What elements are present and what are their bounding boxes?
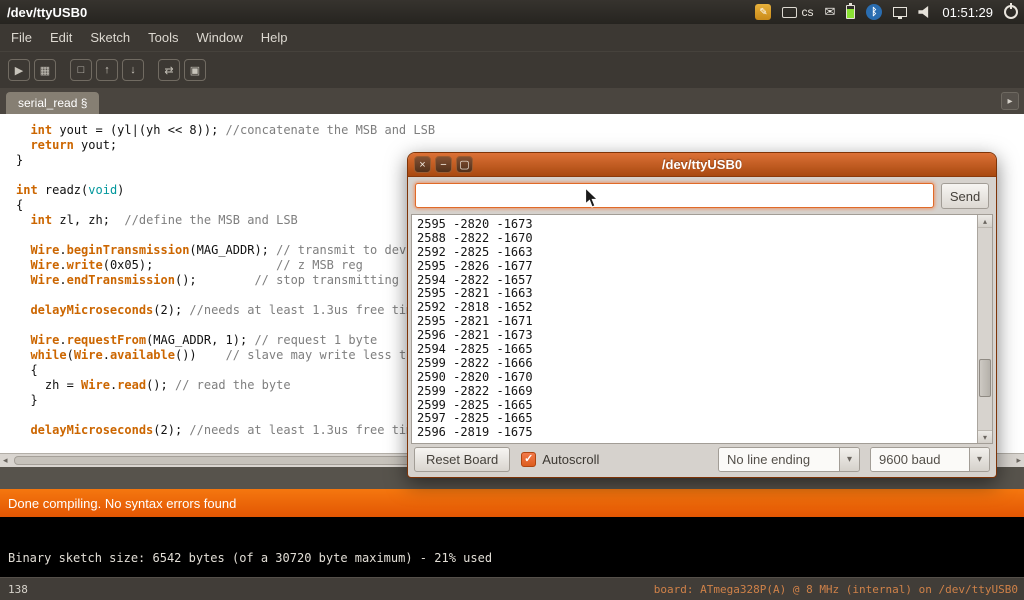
mail-icon[interactable]: ✉ [824, 4, 835, 20]
network-icon[interactable] [893, 7, 907, 17]
bluetooth-icon[interactable]: ᛒ [866, 4, 882, 20]
pencil-icon: ✎ [759, 7, 767, 18]
scroll-down-icon[interactable]: ▾ [978, 430, 992, 443]
compile-status-bar: Done compiling. No syntax errors found [0, 489, 1024, 517]
serial-line: 2596 -2819 -1675 [417, 426, 992, 440]
serial-line: 2595 -2826 -1677 [417, 260, 992, 274]
new-sketch-button[interactable]: □ [70, 59, 92, 81]
check-icon: ✓ [524, 453, 533, 465]
serial-line: 2595 -2821 -1663 [417, 287, 992, 301]
chevron-down-icon[interactable]: ▾ [839, 448, 859, 471]
serial-line: 2596 -2821 -1673 [417, 329, 992, 343]
scroll-right-icon[interactable]: ▸ [1016, 455, 1021, 466]
tab-bar: serial_read § ▸ [0, 88, 1024, 114]
note-indicator-icon[interactable]: ✎ [755, 4, 771, 20]
autoscroll-control[interactable]: ✓ Autoscroll [521, 452, 599, 467]
chevron-down-icon[interactable]: ▾ [969, 448, 989, 471]
menu-item-help[interactable]: Help [252, 26, 297, 49]
toolbar: ▶ ▦ □ ↑ ↓ ⇄ ▣ [0, 51, 1024, 88]
code-line: int yout = (yl|(yh << 8)); //concatenate… [16, 123, 1024, 138]
serial-monitor-button[interactable]: ▣ [184, 59, 206, 81]
board-info: board: ATmega328P(A) @ 8 MHz (internal) … [654, 583, 1018, 596]
tab-menu-button[interactable]: ▸ [1001, 92, 1019, 110]
stop-button[interactable]: ▦ [34, 59, 56, 81]
clock[interactable]: 01:51:29 [942, 5, 993, 20]
tab-serial-read[interactable]: serial_read § [6, 92, 99, 114]
scroll-left-icon[interactable]: ◂ [3, 455, 8, 466]
baud-rate-value: 9600 baud [871, 448, 969, 471]
serial-line: 2595 -2820 -1673 [417, 218, 992, 232]
battery-icon[interactable] [846, 5, 855, 19]
keyboard-icon [782, 7, 797, 18]
serial-line: 2599 -2822 -1666 [417, 357, 992, 371]
top-panel: /dev/ttyUSB0 ✎ cs ✉ ᛒ 01:51:29 [0, 0, 1024, 24]
stop-icon: ▦ [40, 64, 50, 77]
new-file-icon: □ [78, 64, 85, 76]
verify-button[interactable]: ▶ [8, 59, 30, 81]
serial-line: 2588 -2822 -1670 [417, 232, 992, 246]
line-ending-value: No line ending [719, 448, 839, 471]
serial-monitor-title: /dev/ttyUSB0 [408, 157, 996, 172]
serial-monitor-titlebar[interactable]: × − ▢ /dev/ttyUSB0 [408, 153, 996, 177]
menu-item-sketch[interactable]: Sketch [81, 26, 139, 49]
serial-line: 2599 -2822 -1669 [417, 385, 992, 399]
reset-board-button[interactable]: Reset Board [414, 447, 510, 472]
serial-monitor-icon: ▣ [190, 64, 200, 77]
scroll-up-icon[interactable]: ▴ [978, 215, 992, 228]
compile-status-message: Done compiling. No syntax errors found [8, 496, 236, 511]
system-tray: ✎ cs ✉ ᛒ 01:51:29 [755, 4, 1018, 20]
line-ending-dropdown[interactable]: No line ending ▾ [718, 447, 860, 472]
console-text: Binary sketch size: 6542 bytes (of a 307… [8, 551, 492, 565]
baud-rate-dropdown[interactable]: 9600 baud ▾ [870, 447, 990, 472]
menu-item-window[interactable]: Window [187, 26, 251, 49]
serial-monitor-window: × − ▢ /dev/ttyUSB0 Send 2595 -2820 -1673… [407, 152, 997, 478]
mouse-cursor [584, 187, 599, 214]
screen: /dev/ttyUSB0 ✎ cs ✉ ᛒ 01:51:29 File Edit… [0, 0, 1024, 600]
serial-line: 2595 -2821 -1671 [417, 315, 992, 329]
code-line: return yout; [16, 138, 1024, 153]
menu-item-edit[interactable]: Edit [41, 26, 81, 49]
tab-menu-icon: ▸ [1007, 96, 1012, 107]
open-icon: ↑ [104, 64, 110, 76]
open-button[interactable]: ↑ [96, 59, 118, 81]
serial-send-row: Send [415, 183, 989, 209]
serial-line: 2594 -2825 -1665 [417, 343, 992, 357]
serial-line: 2592 -2825 -1663 [417, 246, 992, 260]
serial-monitor-controls: Reset Board ✓ Autoscroll No line ending … [414, 446, 990, 473]
autoscroll-checkbox[interactable]: ✓ [521, 452, 536, 467]
menubar: File Edit Sketch Tools Window Help [0, 24, 1024, 51]
menu-item-tools[interactable]: Tools [139, 26, 187, 49]
window-title: /dev/ttyUSB0 [7, 5, 87, 20]
serial-line: 2599 -2825 -1665 [417, 399, 992, 413]
serial-output-area[interactable]: 2595 -2820 -16732588 -2822 -16702592 -28… [411, 214, 993, 444]
verify-icon: ▶ [15, 64, 23, 77]
serial-line: 2592 -2818 -1652 [417, 301, 992, 315]
console-output: Binary sketch size: 6542 bytes (of a 307… [0, 517, 1024, 577]
save-icon: ↓ [130, 64, 136, 76]
serial-output-lines: 2595 -2820 -16732588 -2822 -16702592 -28… [412, 215, 992, 440]
volume-icon[interactable] [918, 6, 931, 18]
serial-line: 2594 -2822 -1657 [417, 274, 992, 288]
serial-scrollbar-thumb[interactable] [979, 359, 991, 397]
autoscroll-label: Autoscroll [542, 452, 599, 467]
serial-line: 2590 -2820 -1670 [417, 371, 992, 385]
hscroll-thumb[interactable] [14, 456, 434, 465]
battery-fill [847, 9, 854, 18]
upload-icon: ⇄ [164, 64, 173, 77]
serial-input[interactable] [415, 183, 934, 208]
save-button[interactable]: ↓ [122, 59, 144, 81]
keyboard-layout-label: cs [801, 5, 813, 19]
upload-button[interactable]: ⇄ [158, 59, 180, 81]
status-footer: 138 board: ATmega328P(A) @ 8 MHz (intern… [0, 577, 1024, 600]
menu-item-file[interactable]: File [2, 26, 41, 49]
power-icon[interactable] [1004, 5, 1018, 19]
serial-scrollbar[interactable]: ▴ ▾ [977, 215, 992, 443]
send-button[interactable]: Send [941, 183, 989, 209]
serial-line: 2597 -2825 -1665 [417, 412, 992, 426]
keyboard-layout-indicator[interactable]: cs [782, 5, 813, 19]
line-number: 138 [8, 583, 28, 596]
